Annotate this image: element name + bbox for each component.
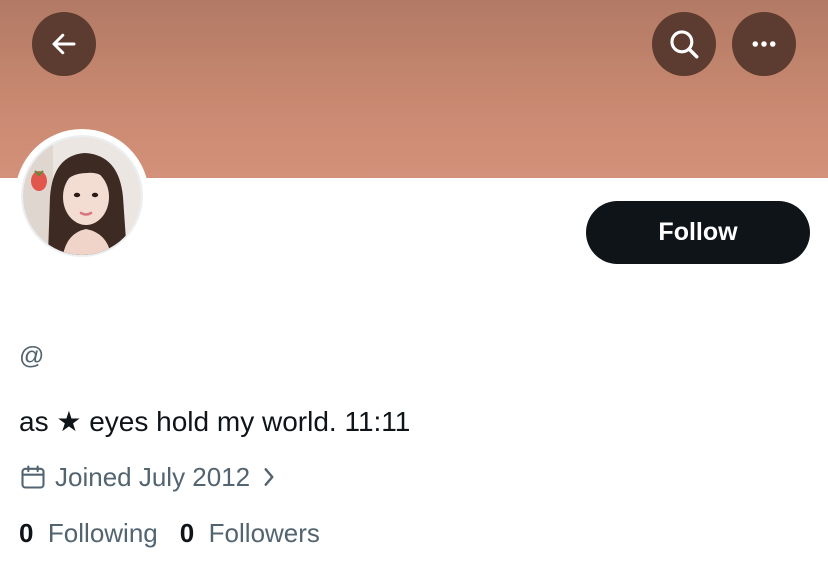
more-dots-icon bbox=[752, 41, 776, 47]
avatar-container[interactable] bbox=[15, 129, 149, 263]
chevron-right-icon[interactable] bbox=[260, 466, 278, 488]
search-icon bbox=[670, 30, 699, 59]
calendar-icon bbox=[21, 465, 45, 489]
follow-button[interactable]: Follow bbox=[586, 201, 810, 264]
profile-handle: @ bbox=[19, 342, 45, 370]
followers-count: 0 bbox=[179, 518, 202, 548]
joined-date: Joined July 2012 bbox=[19, 460, 286, 494]
avatar[interactable] bbox=[21, 135, 143, 257]
joined-text: Joined July 2012 bbox=[55, 461, 251, 492]
more-button[interactable] bbox=[732, 12, 796, 76]
profile-stats: 0 Following 0 Followers bbox=[19, 518, 342, 549]
following-count: 0 bbox=[19, 518, 41, 548]
following-label: Following bbox=[47, 518, 158, 548]
profile-bio: as ★ eyes hold my world. 11:11 bbox=[19, 406, 411, 437]
avatar-photo bbox=[23, 137, 141, 255]
arrow-left-icon bbox=[52, 33, 76, 55]
back-button[interactable] bbox=[32, 12, 96, 76]
followers-link[interactable]: 0 Followers bbox=[180, 518, 320, 549]
following-link[interactable]: 0 Following bbox=[19, 518, 158, 549]
search-button[interactable] bbox=[652, 12, 716, 76]
followers-label: Followers bbox=[208, 518, 320, 548]
